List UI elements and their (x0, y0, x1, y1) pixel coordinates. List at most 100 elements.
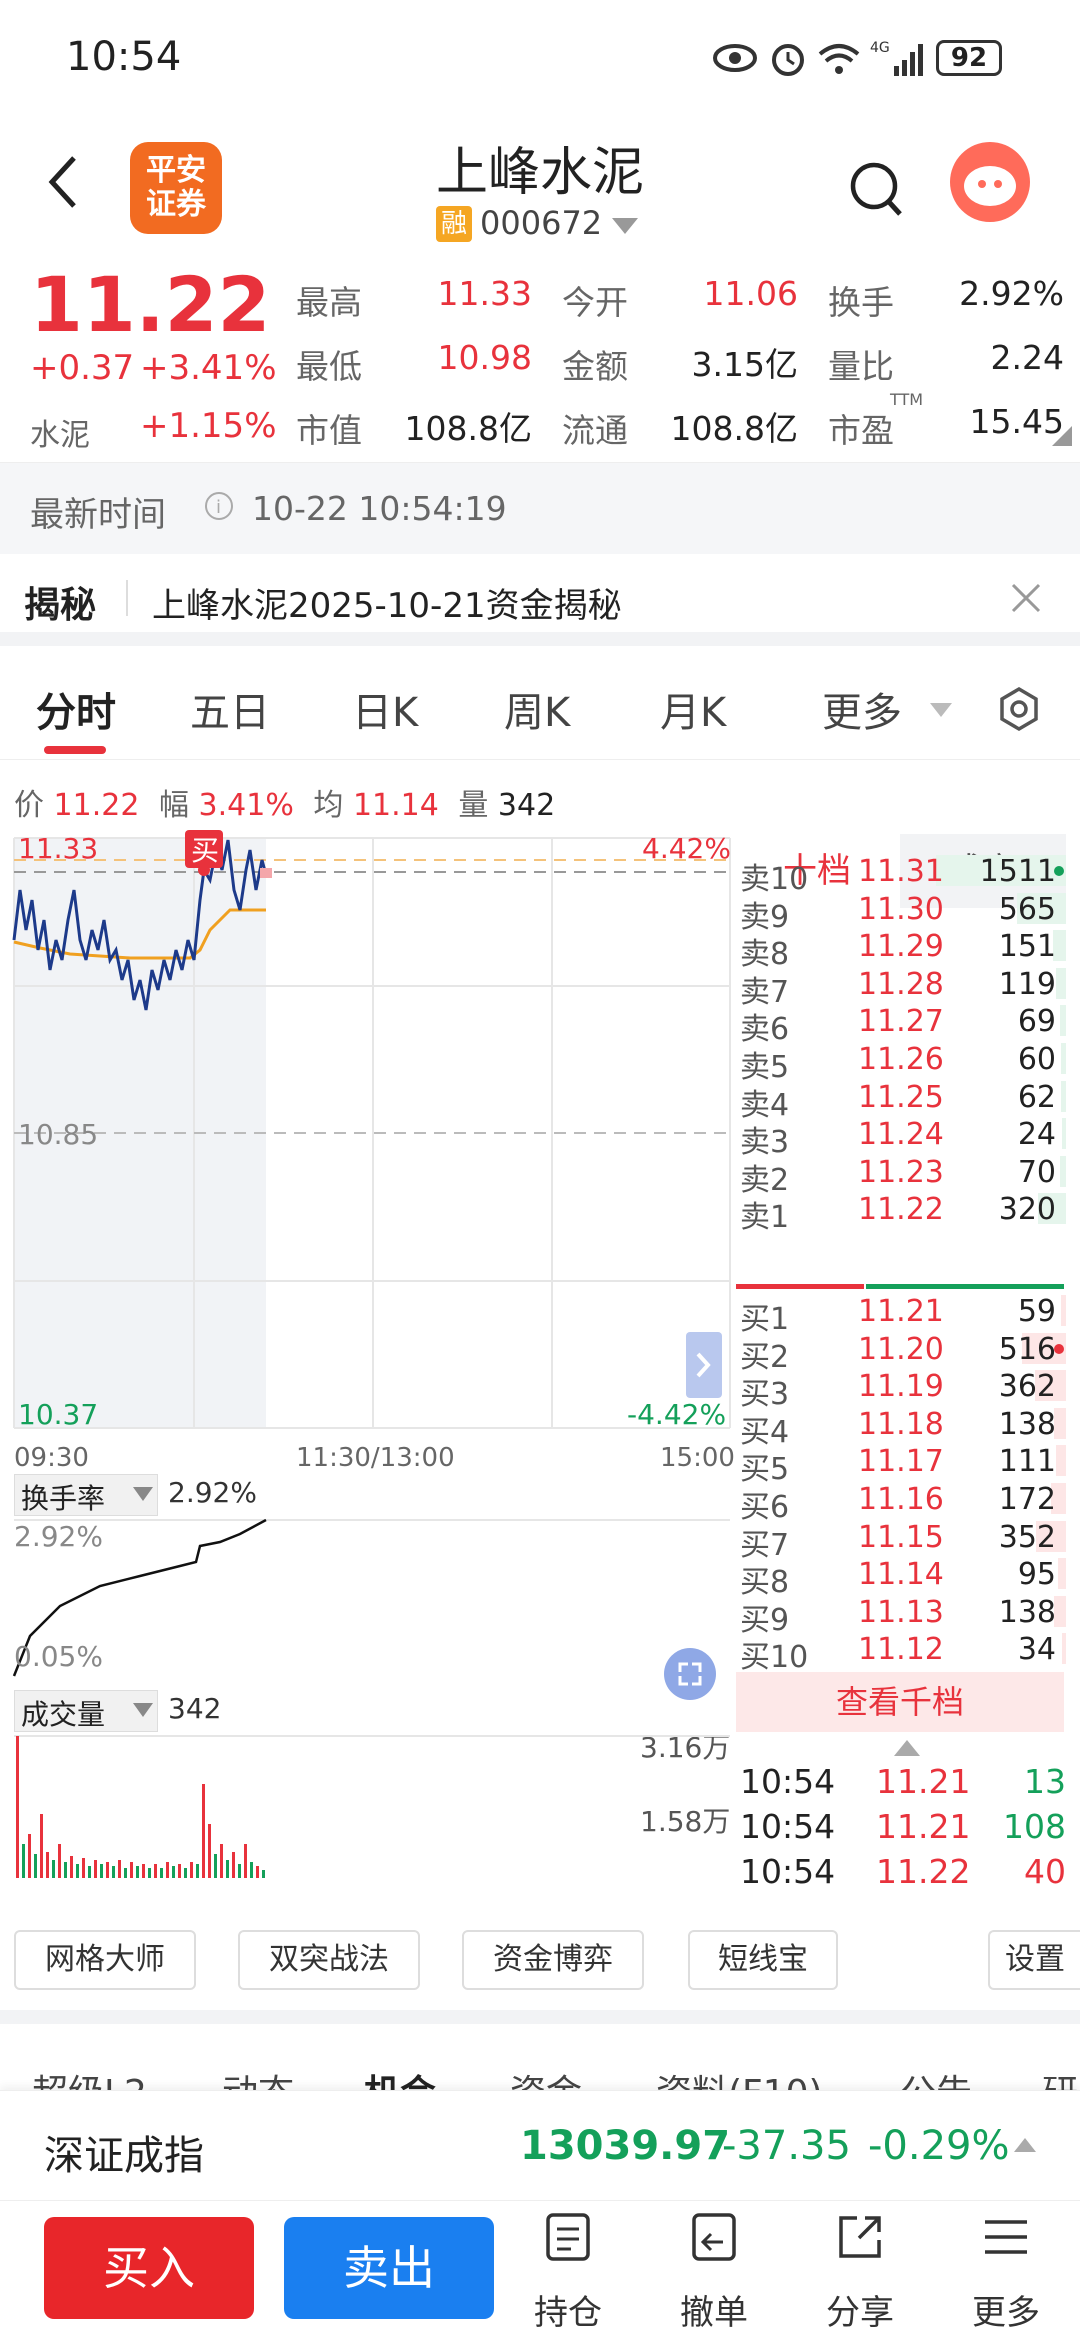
tab-research[interactable]: 研 (1042, 2064, 1078, 2090)
buy-button[interactable]: 买入 (44, 2217, 254, 2319)
tab-more[interactable]: 更多 (822, 680, 902, 738)
bid-level-row[interactable]: 买9 11.13 138 (738, 1593, 1068, 1638)
fullscreen-icon[interactable] (664, 1648, 716, 1700)
ask-vol: 565 (998, 891, 1056, 927)
bid-level-row[interactable]: 买6 11.16 172 (738, 1480, 1068, 1525)
tab-announcement[interactable]: 公告 (900, 2064, 972, 2090)
tab-weekly-k[interactable]: 周K (504, 680, 570, 738)
reveal-text[interactable]: 上峰水泥2025-10-21资金揭秘 (152, 578, 622, 627)
expand-corner-icon[interactable] (1052, 426, 1072, 450)
chevron-up-icon[interactable] (1014, 2137, 1036, 2156)
quote-panel: 11.22 +0.37 +3.41% 水泥 +1.15% 最高 11.33 今开… (0, 260, 1080, 460)
avg-value: 11.14 (352, 788, 439, 823)
info-icon[interactable]: i (204, 491, 234, 525)
ask-level-row[interactable]: 卖5 11.26 60 (738, 1040, 1068, 1085)
share-icon (839, 2216, 881, 2258)
volume-chart (14, 1735, 730, 1878)
short-line-button[interactable]: 短线宝 (688, 1930, 838, 1990)
bid-level-row[interactable]: 买8 11.14 95 (738, 1555, 1068, 1600)
ask-price: 11.24 (858, 1117, 944, 1153)
share-button[interactable]: 分享 (810, 2212, 910, 2334)
buy-marker-text: 买 (191, 834, 219, 867)
bid-level-row[interactable]: 买1 11.21 59 (738, 1292, 1068, 1337)
ask-price: 11.27 (858, 1004, 944, 1040)
bid-price: 11.14 (858, 1557, 944, 1593)
ask-price: 11.31 (858, 854, 944, 889)
low-label: 最低 (296, 347, 362, 386)
chevron-down-icon[interactable] (612, 218, 638, 238)
tab-daily-k[interactable]: 日K (352, 680, 418, 738)
tab-news[interactable]: 动态 (222, 2064, 294, 2090)
view-more-levels-button[interactable]: 查看千档 (736, 1672, 1064, 1732)
avg-label: 均 (313, 788, 344, 823)
bid-level-row[interactable]: 买10 11.12 34 (738, 1630, 1068, 1675)
index-ticker[interactable]: 深证成指 13039.97 -37.35 -0.29% (0, 2090, 1080, 2200)
assistant-avatar[interactable] (950, 142, 1030, 222)
sell-button[interactable]: 卖出 (284, 2217, 494, 2319)
ask-level-row[interactable]: 卖7 11.28 119 (738, 965, 1068, 1010)
turnover-selector[interactable]: 换手率 (14, 1474, 158, 1516)
positions-button[interactable]: 持仓 (518, 2212, 618, 2334)
expand-panel-icon[interactable] (686, 1332, 722, 1398)
high-price-label: 11.33 (18, 832, 98, 865)
pe-label: 市盈 (828, 411, 894, 450)
ask-level-row[interactable]: 卖10 11.31 1511 (738, 852, 1068, 897)
tab-capital[interactable]: 资金 (510, 2064, 582, 2090)
volume-selector[interactable]: 成交量 (14, 1690, 158, 1732)
ask-volume-bar (1060, 1155, 1066, 1187)
settings-button[interactable]: 设置 (988, 1930, 1080, 1990)
float-cap-value: 108.8亿 (670, 409, 798, 448)
tab-monthly-k[interactable]: 月K (660, 680, 726, 738)
cancel-order-button[interactable]: 撤单 (664, 2212, 764, 2334)
ask-level-row[interactable]: 卖6 11.27 69 (738, 1002, 1068, 1047)
bid-level-row[interactable]: 买7 11.15 352 (738, 1518, 1068, 1563)
bid-volume-bar (1062, 1633, 1066, 1665)
bid-level-row[interactable]: 买4 11.18 138 (738, 1405, 1068, 1450)
divider (126, 580, 128, 616)
ask-level-row[interactable]: 卖1 11.22 320 (738, 1190, 1068, 1235)
ask-price: 11.23 (858, 1154, 944, 1190)
settings-icon[interactable] (996, 686, 1042, 736)
grid-master-button[interactable]: 网格大师 (14, 1930, 196, 1990)
bid-level-row[interactable]: 买2 11.20 516 (738, 1330, 1068, 1375)
svg-text:i: i (216, 497, 221, 518)
bid-vol: 138 (998, 1406, 1056, 1442)
search-icon[interactable] (848, 160, 904, 224)
capital-game-button[interactable]: 资金博弈 (462, 1930, 644, 1990)
low-pct-label: -4.42% (627, 1398, 726, 1431)
sector-label: 水泥 (30, 418, 90, 453)
capital-reveal-bar[interactable]: 揭秘 上峰水泥2025-10-21资金揭秘 (0, 554, 1080, 646)
tab-super-l2[interactable]: 超级L2 (32, 2064, 147, 2090)
ask-level-row[interactable]: 卖8 11.29 151 (738, 927, 1068, 972)
ask-level-row[interactable]: 卖4 11.25 62 (738, 1078, 1068, 1123)
ask-volume-bar (1062, 1118, 1066, 1150)
chevron-down-icon[interactable] (930, 702, 952, 721)
trade-volume: 13 (1024, 1762, 1066, 1801)
volume-ratio-label: 量比 (828, 347, 894, 386)
tab-f10[interactable]: 资料(F10) (656, 2064, 823, 2090)
chevron-up-icon[interactable] (894, 1740, 920, 1760)
turnover-panel-value: 2.92% (168, 1476, 257, 1509)
pe-value: 15.45 (969, 402, 1064, 441)
bid-level-row[interactable]: 买5 11.17 111 (738, 1442, 1068, 1487)
turnover-panel-label: 换手率 (21, 1482, 106, 1515)
turnover-label: 换手 (828, 283, 894, 322)
ask-level-row[interactable]: 卖2 11.23 70 (738, 1153, 1068, 1198)
ask-level-row[interactable]: 卖3 11.24 24 (738, 1115, 1068, 1160)
trade-volume: 108 (1003, 1807, 1066, 1846)
close-icon[interactable] (1010, 582, 1042, 618)
bid-vol: 59 (1017, 1294, 1056, 1329)
stock-code[interactable]: 000672 (480, 204, 602, 242)
more-button[interactable]: 更多 (956, 2212, 1056, 2334)
bid-vol: 516 (998, 1331, 1056, 1367)
double-breakout-button[interactable]: 双突战法 (238, 1930, 420, 1990)
bid-price: 11.18 (858, 1406, 944, 1442)
ask-change-dot (1054, 866, 1064, 876)
ask-level-row[interactable]: 卖9 11.30 565 (738, 890, 1068, 935)
tab-five-day[interactable]: 五日 (190, 680, 270, 738)
tab-opportunity[interactable]: 机会 (364, 2064, 436, 2090)
bid-level-row[interactable]: 买3 11.19 362 (738, 1367, 1068, 1412)
ask-volume-bar (1061, 1043, 1066, 1074)
bid-vol: 172 (998, 1482, 1056, 1517)
tab-intraday[interactable]: 分时 (36, 680, 116, 738)
